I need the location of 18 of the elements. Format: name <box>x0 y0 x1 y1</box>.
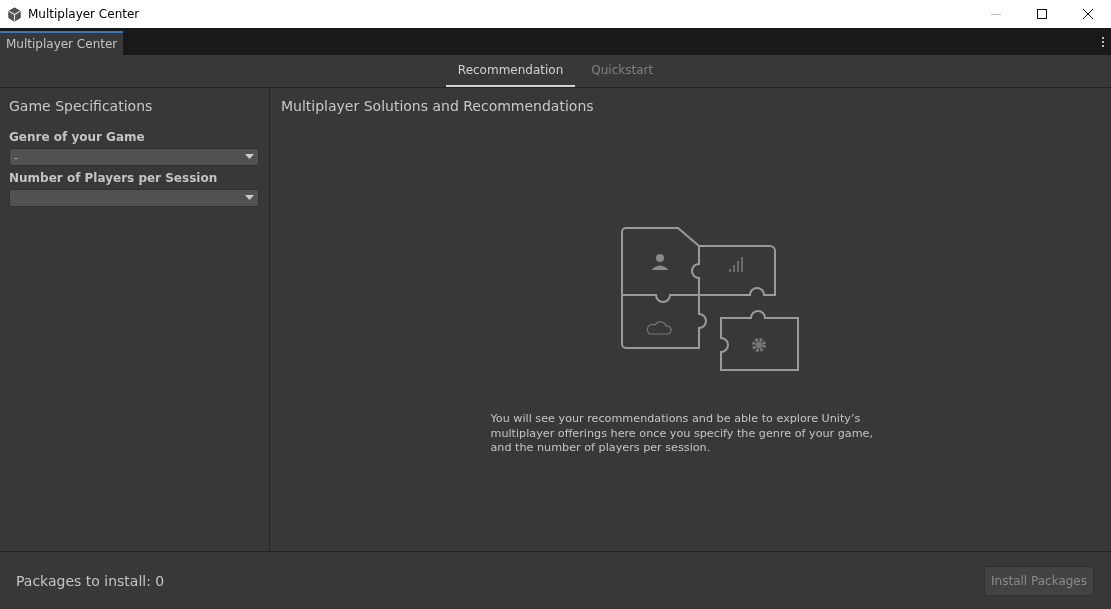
cube-icon <box>7 6 22 22</box>
more-options-icon[interactable] <box>1101 35 1105 48</box>
close-icon <box>1082 8 1094 20</box>
dropdown[interactable] <box>9 189 259 207</box>
caret-icon <box>245 154 254 160</box>
empty-state-message: You will see your recommendations and be able to explore Unity’s multiplayer offerings here once you specify the genre of your game, and the number of players per session. <box>490 412 875 456</box>
caret-icon <box>245 195 254 201</box>
window-title: Multiplayer Center <box>28 7 140 21</box>
section-title: Multiplayer Solutions and Recommendations <box>281 98 595 114</box>
tab[interactable]: Recommendation <box>445 55 576 87</box>
dropdown[interactable]: - <box>9 148 259 166</box>
editor-tab[interactable]: Multiplayer Center <box>0 31 124 55</box>
maximize-icon <box>1036 8 1048 20</box>
tab[interactable]: Quickstart <box>579 55 666 87</box>
section-title: Game Specifications <box>9 98 154 114</box>
field-label: Number of Players per Session <box>9 171 219 185</box>
packages-count: Packages to install: 0 <box>16 572 165 589</box>
field-label: Genre of your Game <box>9 130 146 144</box>
